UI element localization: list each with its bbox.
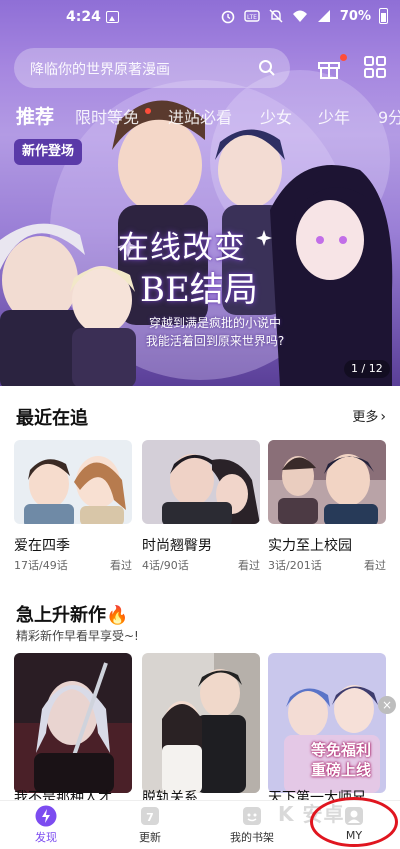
tab-girls[interactable]: 少女 [260,104,292,128]
search-icon[interactable] [258,59,276,77]
comic-title: 时尚翘臀男 [142,538,212,554]
rising-section-title: 急上升新作🔥 [16,601,128,627]
signal-icon [317,10,330,22]
more-link[interactable]: 更多 › [352,406,386,425]
banner-subtitle-line2: 我能活着回到原来世界吗? [145,334,285,348]
tab-limited-free[interactable]: 限时等免 [75,104,139,128]
tab-boys[interactable]: 少年 [318,104,350,128]
calendar-icon: 7 [141,807,159,825]
comic-cover [268,440,386,524]
svg-text:LTE: LTE [247,14,257,21]
nav-updates[interactable]: 7 更新 [110,805,190,845]
nav-discover[interactable]: 发现 [6,805,86,845]
hero-banner[interactable]: 4:24 LTE 70% 降临你的世界原著漫画 推荐 限时等免 进站必看 少女 … [0,0,400,386]
comic-title: 爱在四季 [14,538,70,554]
promo-line-2: 重磅上线 [310,761,371,779]
image-icon [106,11,119,23]
tab-9-score[interactable]: 9分 [378,104,400,128]
search-input[interactable]: 降临你的世界原著漫画 [30,59,170,79]
comic-title: 实力至上校园 [268,538,352,554]
rising-subtitle: 精彩新作早看早享受~! [16,629,139,643]
recent-card[interactable]: 爱在四季 17话/49话 看过 [14,440,132,572]
rising-card-cover[interactable] [14,653,132,793]
gift-icon[interactable] [316,54,342,80]
recent-card[interactable]: 时尚翘臀男 4话/90话 看过 [142,440,260,572]
alarm-icon [221,10,235,24]
rising-card-cover[interactable] [142,653,260,793]
seen-label: 看过 [238,559,260,572]
tab-badge-dot [145,108,151,114]
banner-pager: 1 / 12 [344,360,390,378]
grid-menu-icon[interactable] [362,54,388,80]
promo-line-1: 等免福利 [310,741,371,759]
banner-subtitle: 穿越到满是疯批的小说中 我能活着回到原来世界吗? [110,314,320,350]
nav-updates-label: 更新 [139,831,161,844]
comic-progress: 4话/90话 [142,559,189,572]
close-icon[interactable]: × [378,696,396,714]
comic-cover [142,440,260,524]
new-release-badge: 新作登场 [14,139,83,165]
highlight-circle [310,797,398,847]
volte-icon: LTE [244,10,260,22]
category-tabs: 推荐 限时等免 进站必看 少女 少年 9分 [0,104,400,130]
promo-text: 等免福利 重磅上线 [296,740,386,780]
fire-icon: 🔥 [106,605,129,626]
rising-title-text: 急上升新作 [16,605,106,626]
seen-label: 看过 [110,559,132,572]
tab-recommend[interactable]: 推荐 [16,104,54,129]
comic-cover [14,440,132,524]
battery-icon [379,8,388,24]
banner-title: 在线改变 [118,230,246,266]
bookshelf-icon [243,807,261,825]
comic-progress: 17话/49话 [14,559,68,572]
discover-icon [35,805,57,827]
status-bar: 4:24 LTE 70% [0,0,400,36]
more-label: 更多 [352,410,379,425]
notification-dot [340,54,347,61]
mute-icon [269,9,283,23]
calendar-icon-number: 7 [146,811,154,824]
nav-bookshelf-label: 我的书架 [230,831,274,844]
banner-title-2: BE结局 [140,270,258,310]
tab-must-see[interactable]: 进站必看 [168,104,232,128]
recent-card[interactable]: 实力至上校园 3话/201话 看过 [268,440,386,572]
nav-discover-label: 发现 [35,831,57,844]
status-time: 4:24 [66,9,101,25]
wifi-icon [292,10,307,22]
chevron-right-icon: › [380,409,386,425]
seen-label: 看过 [364,559,386,572]
comic-progress: 3话/201话 [268,559,322,572]
battery-percent: 70% [339,8,371,24]
banner-subtitle-line1: 穿越到满是疯批的小说中 [148,316,281,330]
recent-section-title: 最近在追 [16,408,88,429]
search-bar[interactable]: 降临你的世界原著漫画 [14,48,290,88]
